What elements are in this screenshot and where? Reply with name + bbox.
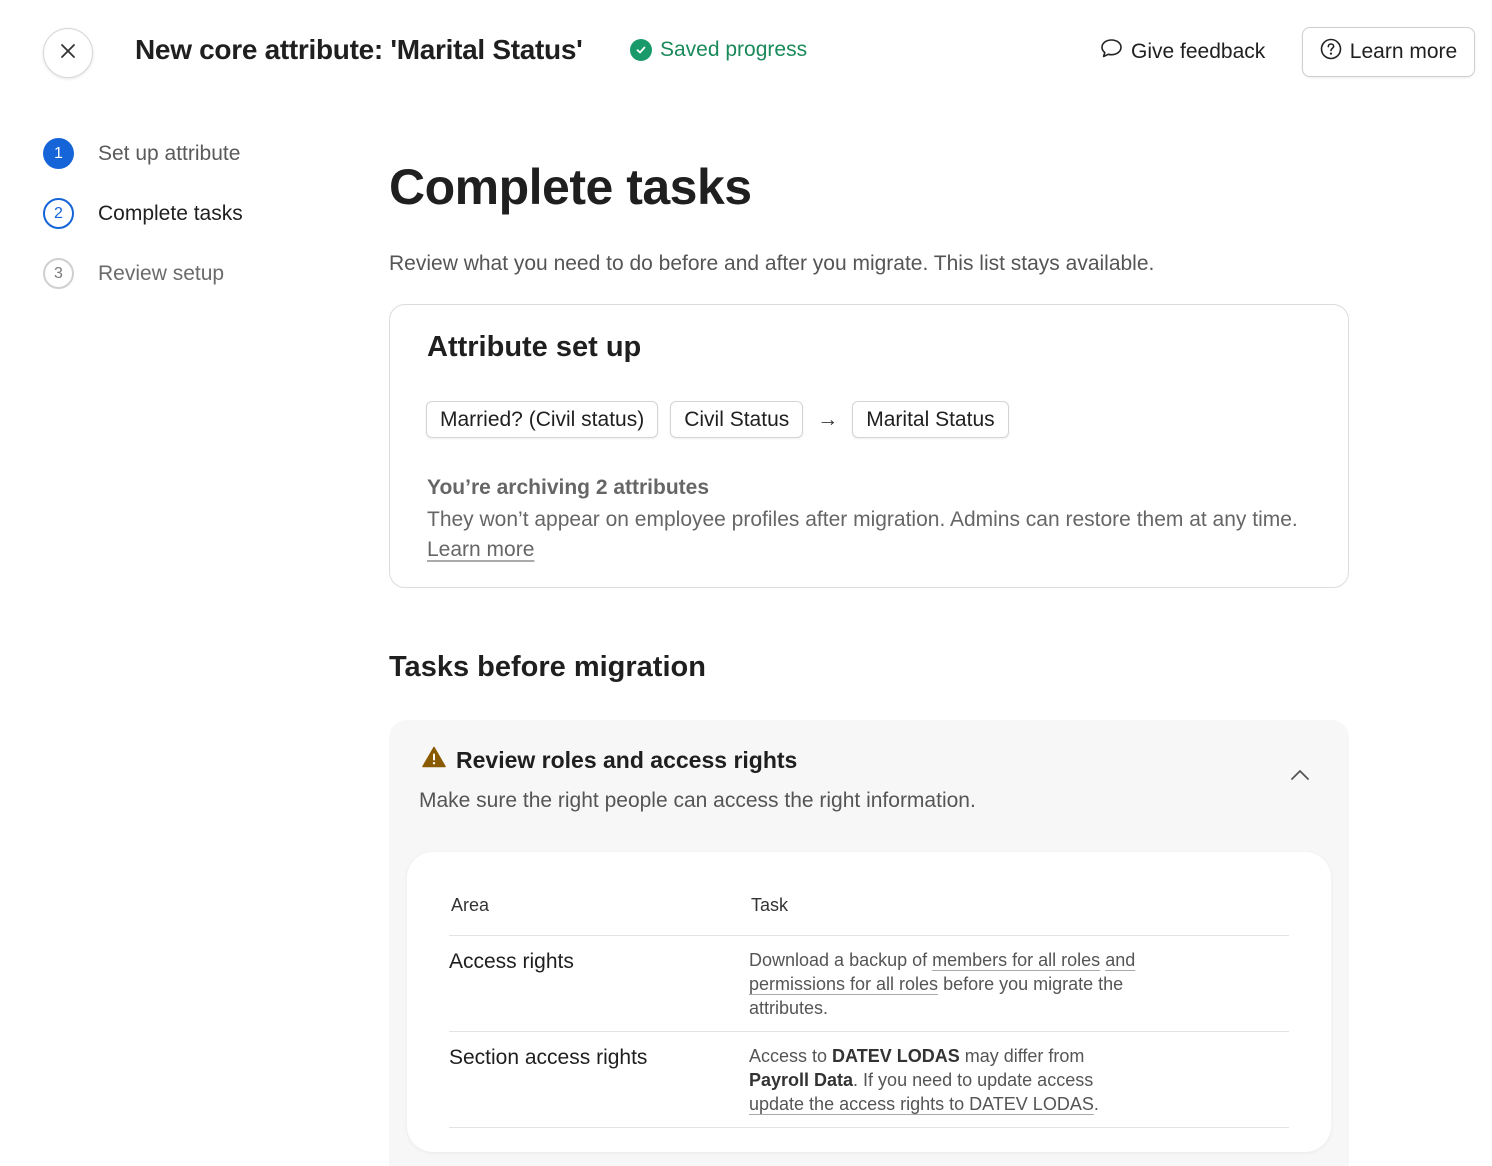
tasks-table: Area Task Access rights Download a backu… [407,852,1331,1152]
archive-notice-title: You’re archiving 2 attributes [427,476,710,499]
task-group-roles-access: Review roles and access rights Make sure… [389,720,1349,1166]
saved-status-label: Saved progress [660,38,808,61]
help-circle-icon [1320,38,1342,66]
source-attribute-chip: Civil Status [670,401,804,438]
step-complete-tasks[interactable]: 2 Complete tasks [43,198,243,229]
column-header-task: Task [751,895,789,915]
tasks-before-title: Tasks before migration [389,651,706,683]
column-header-area: Area [451,895,490,915]
learn-more-button[interactable]: Learn more [1302,27,1475,77]
update-access-rights-link[interactable]: update the access rights to DATEV LODAS [749,1094,1094,1114]
check-circle-icon [630,39,652,61]
warning-icon [422,746,446,774]
task-text: Access to [749,1046,833,1066]
archive-notice-body: They won’t appear on employee profiles a… [427,508,1298,531]
row-area: Access rights [449,950,574,973]
task-text: . If you need to update access [853,1070,1094,1090]
attribute-setup-title: Attribute set up [427,331,642,363]
members-for-all-roles-link[interactable]: members for all roles [932,950,1100,970]
table-row: Section access rights Access to DATEV LO… [449,1031,1289,1127]
step-number: 2 [43,198,74,229]
task-text-bold: Payroll Data [749,1070,854,1090]
task-text-bold: DATEV LODAS [832,1046,960,1066]
task-group-description: Make sure the right people can access th… [419,789,976,812]
step-number: 1 [43,138,74,169]
page-title: Complete tasks [389,159,752,215]
attribute-mapping: Married? (Civil status) Civil Status → M… [426,401,1009,438]
step-review-setup[interactable]: 3 Review setup [43,258,224,289]
step-label: Set up attribute [98,141,241,165]
give-feedback-label: Give feedback [1131,39,1266,63]
attribute-setup-card: Attribute set up Married? (Civil status)… [389,304,1349,588]
task-group-title: Review roles and access rights [456,746,798,773]
table-row: Access rights Download a backup of membe… [449,935,1289,1031]
step-set-up-attribute[interactable]: 1 Set up attribute [43,138,240,169]
step-number: 3 [43,258,74,289]
task-text: Download a backup of [749,950,933,970]
source-attribute-chip: Married? (Civil status) [426,401,659,438]
saved-status: Saved progress [630,38,807,62]
page-subtitle: Review what you need to do before and af… [389,252,1155,275]
row-task: Access to DATEV LODAS may differ from Pa… [749,1044,1149,1116]
close-button[interactable] [43,28,93,78]
page-header-title: New core attribute: 'Marital Status' [135,34,583,65]
speech-bubble-icon [1100,38,1123,65]
archive-learn-more-link[interactable]: Learn more [427,538,534,561]
task-group-header[interactable]: Review roles and access rights [422,746,797,774]
step-label: Review setup [98,261,225,285]
chevron-up-icon[interactable] [1289,768,1311,787]
target-attribute-chip: Marital Status [852,401,1009,438]
give-feedback-button[interactable]: Give feedback [1100,38,1265,65]
close-icon [59,42,77,65]
learn-more-label: Learn more [1349,40,1458,63]
row-area: Section access rights [449,1046,648,1069]
arrow-right-icon: → [817,407,839,431]
archive-notice-text: They won’t appear on employee profiles a… [427,505,1307,565]
row-task: Download a backup of members for all rol… [749,948,1149,1020]
step-label: Complete tasks [98,201,243,225]
task-text: may differ from [959,1046,1085,1066]
table-divider [449,1127,1289,1128]
task-text: . [1093,1094,1099,1114]
